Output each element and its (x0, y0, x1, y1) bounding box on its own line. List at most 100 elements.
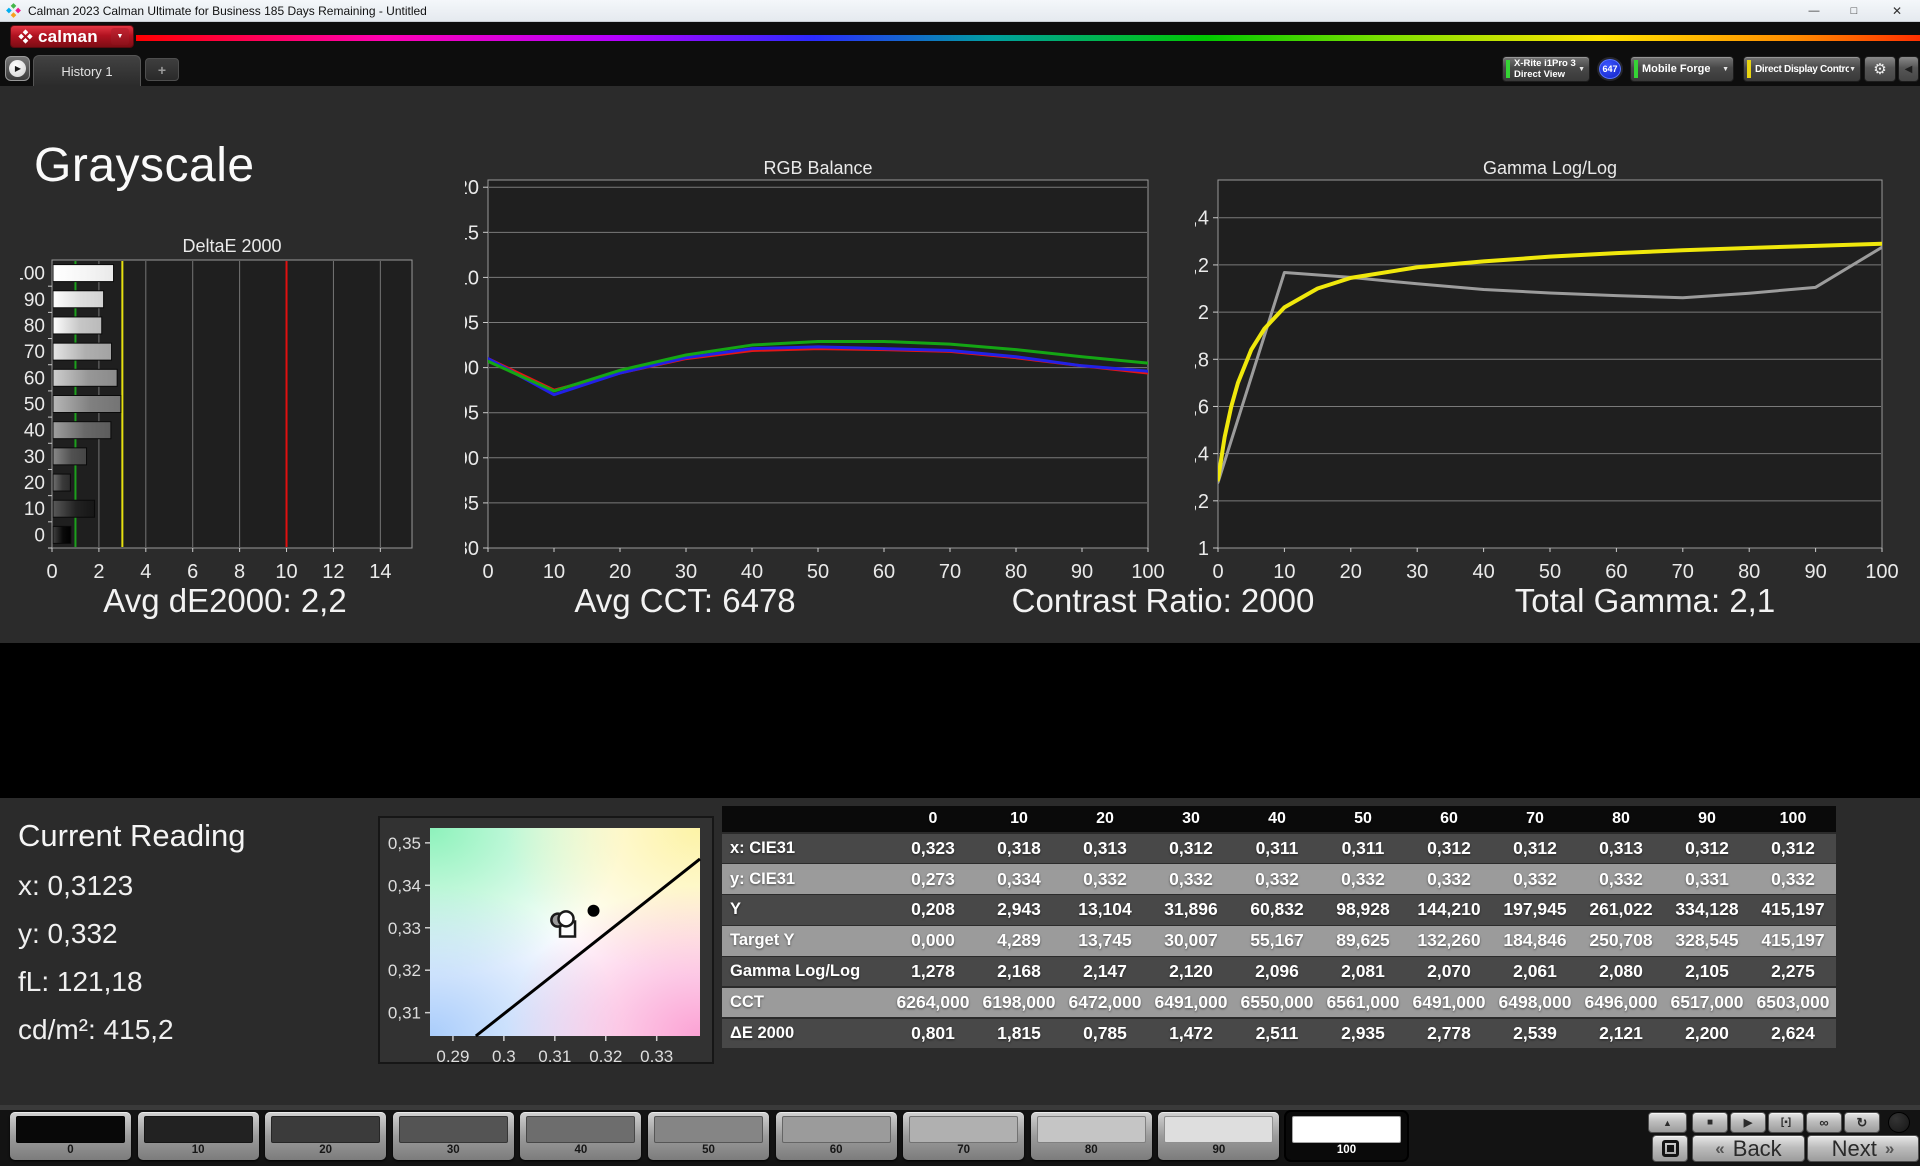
pattern-chip (909, 1116, 1018, 1143)
rainbow-gradient-bar (136, 35, 1920, 41)
pattern-patch-button-20[interactable]: 20 (265, 1112, 386, 1160)
table-value-cell: 2,105 (1664, 957, 1750, 986)
table-value-cell: 0,332 (1148, 864, 1234, 893)
play-measure-button[interactable]: ▶ (1730, 1112, 1766, 1133)
stat-avg-de2000: Avg dE2000: 2,2 (25, 582, 425, 620)
table-column-header: 20 (1062, 806, 1148, 832)
svg-text:90: 90 (1071, 561, 1093, 583)
next-button[interactable]: Next » (1807, 1135, 1919, 1162)
table-value-cell: 0,318 (976, 834, 1062, 863)
pattern-chip (1037, 1116, 1146, 1143)
pattern-chip (654, 1116, 763, 1143)
svg-text:40: 40 (1472, 561, 1494, 583)
chevron-left-icon: ◀ (1905, 64, 1913, 75)
table-value-cell: 0,331 (1664, 864, 1750, 893)
tab-history-1[interactable]: History 1 (33, 55, 141, 86)
collapse-up-button[interactable]: ▲ (1648, 1112, 1687, 1133)
add-tab-button[interactable]: + (145, 58, 179, 81)
table-value-cell: 6550,000 (1234, 988, 1320, 1017)
meter-dropdown-xrite[interactable]: X-Rite i1Pro 3 Direct View ▼ (1502, 56, 1590, 82)
meter-label-line2: Direct View (1514, 69, 1576, 80)
table-column-header: 90 (1664, 806, 1750, 832)
svg-text:60: 60 (24, 368, 45, 389)
pattern-chip (399, 1116, 508, 1143)
table-value-cell: 0,312 (1664, 834, 1750, 863)
pattern-label: 60 (776, 1144, 897, 1156)
pattern-patch-button-30[interactable]: 30 (393, 1112, 514, 1160)
close-button[interactable]: ✕ (1874, 0, 1920, 21)
table-value-cell: 6496,000 (1578, 988, 1664, 1017)
svg-text:100: 100 (1131, 561, 1164, 583)
table-value-cell: 2,081 (1320, 957, 1406, 986)
collapse-panel-button[interactable]: ◀ (1898, 56, 1919, 82)
stop-measure-button[interactable]: ■ (1692, 1112, 1728, 1133)
pattern-chip (782, 1116, 891, 1143)
table-value-cell: 0,311 (1320, 834, 1406, 863)
meter-dropdown-display-control[interactable]: Direct Display Control ▼ (1743, 56, 1861, 82)
svg-text:Gamma Log/Log: Gamma Log/Log (1483, 158, 1617, 178)
pattern-patch-button-100[interactable]: 100 (1286, 1112, 1407, 1160)
chevron-down-icon: ▼ (1578, 66, 1585, 73)
table-value-cell: 0,801 (890, 1019, 976, 1048)
svg-text:2: 2 (1198, 302, 1209, 324)
table-value-cell: 2,121 (1578, 1019, 1664, 1048)
pattern-label: 80 (1031, 1144, 1152, 1156)
svg-text:95: 95 (465, 403, 479, 425)
svg-text:110: 110 (465, 267, 479, 289)
pattern-patch-button-80[interactable]: 80 (1031, 1112, 1152, 1160)
table-value-cell: 6264,000 (890, 988, 976, 1017)
svg-text:70: 70 (24, 342, 45, 363)
table-value-cell: 6198,000 (976, 988, 1062, 1017)
table-value-cell: 0,312 (1148, 834, 1234, 863)
table-value-cell: 415,197 (1750, 895, 1836, 924)
pattern-patch-button-0[interactable]: 0 (10, 1112, 131, 1160)
pattern-patch-button-70[interactable]: 70 (903, 1112, 1024, 1160)
svg-text:1,2: 1,2 (1195, 491, 1209, 513)
maximize-button[interactable]: □ (1834, 0, 1874, 21)
svg-text:80: 80 (24, 316, 45, 337)
pattern-patch-button-90[interactable]: 90 (1158, 1112, 1279, 1160)
svg-text:1,8: 1,8 (1195, 349, 1209, 371)
back-button[interactable]: « Back (1692, 1135, 1805, 1162)
table-value-cell: 1,278 (890, 957, 976, 986)
minimize-button[interactable]: — (1794, 0, 1834, 21)
svg-text:50: 50 (24, 395, 45, 416)
table-value-cell: 0,273 (890, 864, 976, 893)
loop-measure-button[interactable]: ↻ (1844, 1112, 1880, 1133)
svg-text:80: 80 (1738, 561, 1760, 583)
stop-pattern-button[interactable] (1652, 1135, 1688, 1162)
table-value-cell: 2,168 (976, 957, 1062, 986)
table-value-cell: 0,313 (1062, 834, 1148, 863)
pattern-patch-button-40[interactable]: 40 (520, 1112, 641, 1160)
play-icon: ▶ (9, 60, 26, 77)
svg-text:80: 80 (465, 538, 479, 560)
svg-text:10: 10 (275, 561, 297, 583)
svg-text:105: 105 (465, 313, 479, 335)
svg-text:30: 30 (1406, 561, 1428, 583)
continuous-measure-button[interactable]: ∞ (1806, 1112, 1842, 1133)
table-row-label: Gamma Log/Log (722, 957, 890, 986)
meter-dropdown-pattern-source[interactable]: Mobile Forge ▼ (1630, 56, 1734, 82)
table-value-cell: 6498,000 (1492, 988, 1578, 1017)
table-value-cell: 31,896 (1148, 895, 1234, 924)
svg-text:2: 2 (93, 561, 104, 583)
pattern-patch-button-10[interactable]: 10 (138, 1112, 259, 1160)
calman-menu-button[interactable]: calman ▼ (10, 25, 134, 48)
svg-text:0,34: 0,34 (388, 876, 421, 895)
stop-icon: ■ (1707, 1117, 1713, 1128)
single-measure-button[interactable]: [▪] (1768, 1112, 1804, 1133)
table-value-cell: 2,275 (1750, 957, 1836, 986)
svg-text:120: 120 (465, 177, 479, 199)
settings-button[interactable]: ⚙ (1864, 56, 1896, 82)
table-row-label: x: CIE31 (722, 834, 890, 863)
pattern-chip (144, 1116, 253, 1143)
tab-scroll-button[interactable]: ▶ (5, 56, 30, 81)
table-value-cell: 0,332 (1320, 864, 1406, 893)
pattern-patch-button-50[interactable]: 50 (648, 1112, 769, 1160)
titlebar: Calman 2023 Calman Ultimate for Business… (0, 0, 1920, 22)
svg-text:70: 70 (939, 561, 961, 583)
svg-text:1,4: 1,4 (1195, 444, 1209, 466)
pattern-patch-button-60[interactable]: 60 (776, 1112, 897, 1160)
svg-text:2,2: 2,2 (1195, 255, 1209, 277)
svg-text:0: 0 (1212, 561, 1223, 583)
